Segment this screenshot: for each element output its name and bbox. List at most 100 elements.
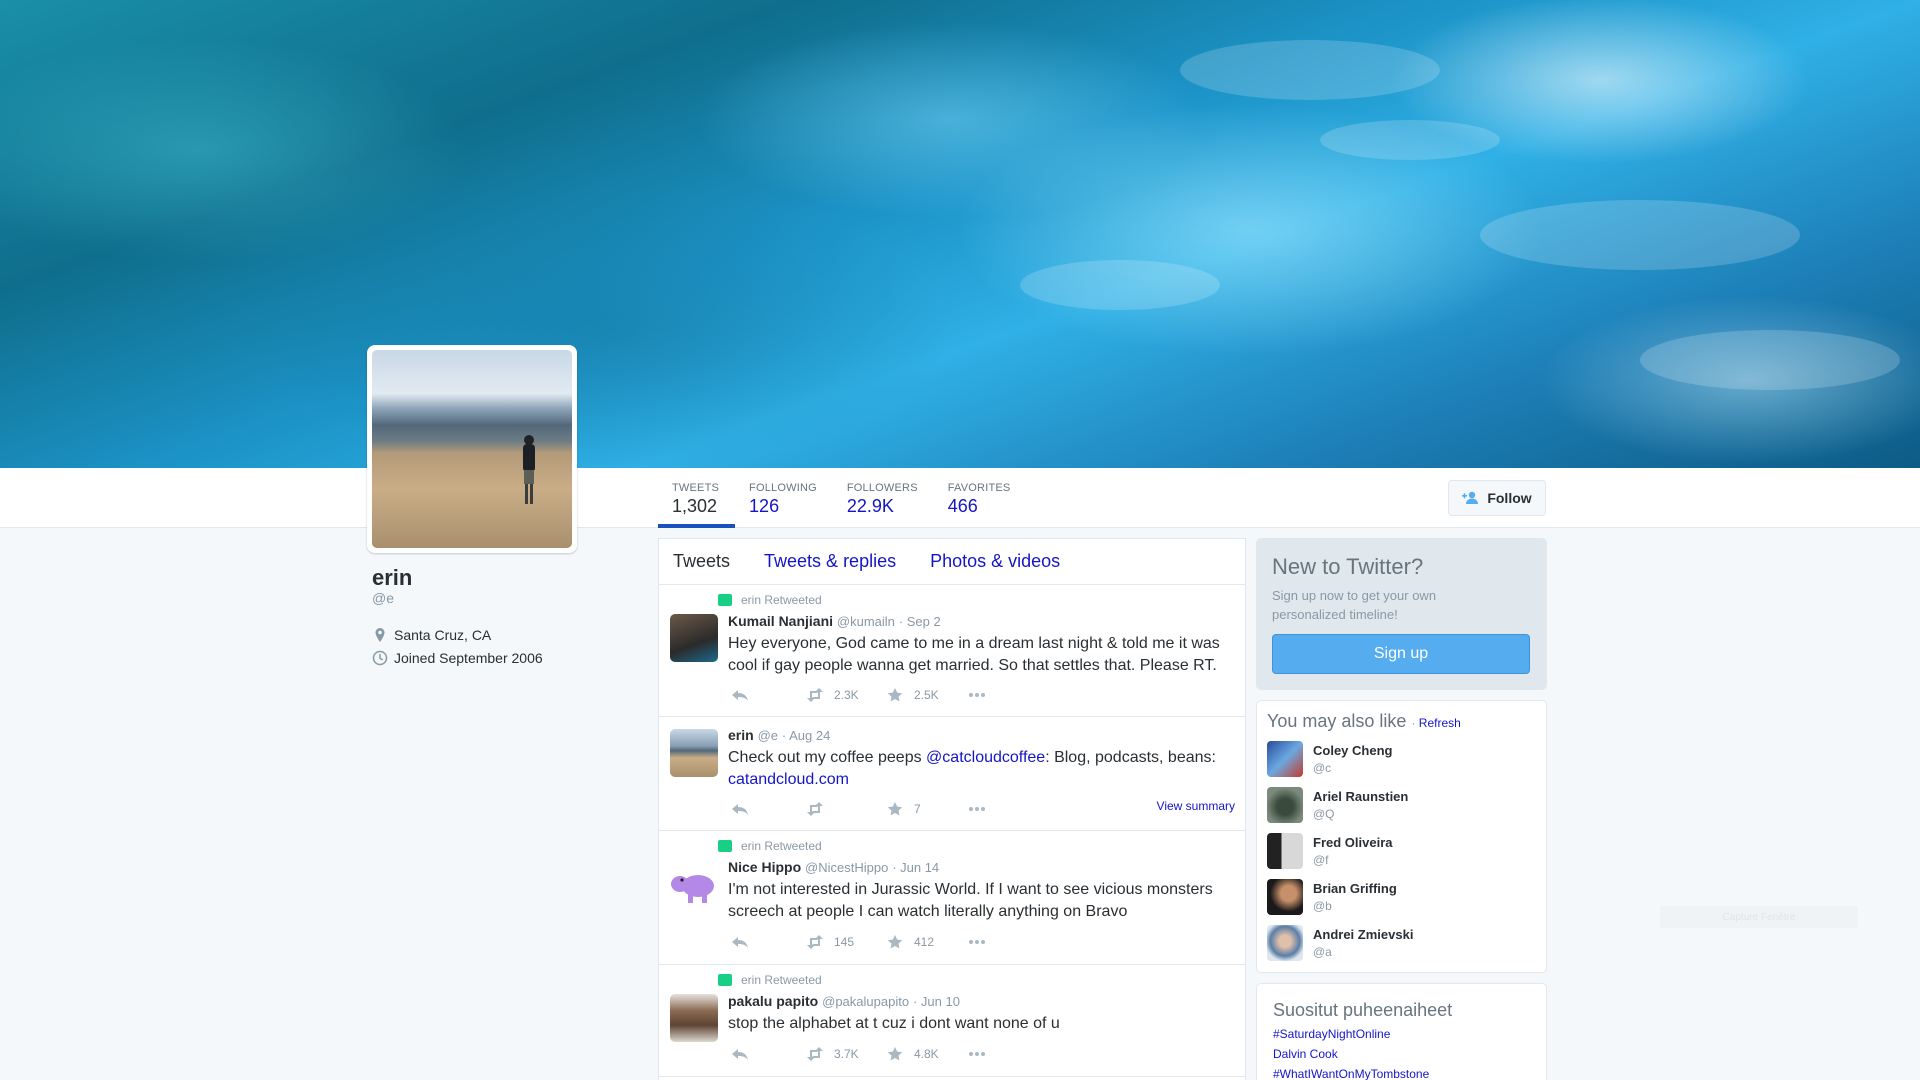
reply-action[interactable] (731, 935, 806, 949)
tweet-author-name[interactable]: Kumail Nanjiani (728, 613, 833, 629)
user-avatar (1267, 925, 1303, 961)
more-dots-icon (969, 1052, 985, 1056)
tweet-avatar[interactable] (670, 860, 718, 908)
stat-label: FOLLOWERS (846, 482, 918, 494)
timeline: Tweets Tweets & replies Photos & videos … (658, 538, 1246, 1080)
favorite-count: 412 (914, 935, 935, 949)
timeline-tabs: Tweets Tweets & replies Photos & videos (659, 539, 1245, 585)
suggested-user[interactable]: Brian Griffing @b (1267, 879, 1397, 915)
tweet-actions: 3.7K 4.8K (731, 1047, 986, 1061)
user-handle: @f (1313, 853, 1329, 867)
view-summary-link[interactable]: View summary (1157, 799, 1235, 813)
retweet-icon (807, 688, 823, 702)
retweet-action[interactable]: 145 (806, 935, 886, 949)
suggested-user[interactable]: Coley Cheng @c (1267, 741, 1392, 777)
more-action[interactable] (968, 688, 986, 702)
tweet-author-name[interactable]: Nice Hippo (728, 859, 801, 875)
user-name: Ariel Raunstien (1313, 789, 1409, 804)
tweet-author-name[interactable]: pakalu papito (728, 993, 818, 1009)
trend-item[interactable]: #SaturdayNightOnline (1273, 1027, 1390, 1041)
retweet-action[interactable] (806, 802, 886, 816)
tweet-link[interactable]: catandcloud.com (728, 771, 849, 788)
trend-item[interactable]: #WhatIWantOnMyTombstone (1273, 1067, 1429, 1080)
tweet-date[interactable]: · Jun 10 (913, 994, 960, 1009)
stat-label: FAVORITES (947, 482, 1011, 494)
add-user-icon (1462, 491, 1479, 504)
reply-action[interactable] (731, 1047, 806, 1061)
user-avatar (1267, 879, 1303, 915)
more-action[interactable] (968, 935, 986, 949)
stat-value: 126 (749, 496, 780, 516)
stat-favorites[interactable]: FAVORITES 466 (934, 468, 1027, 528)
wtf-title: You may also like (1267, 711, 1407, 731)
retweet-count: 145 (834, 935, 855, 949)
retweet-icon (807, 802, 823, 816)
tweet-date[interactable]: · Sep 2 (899, 614, 941, 629)
refresh-link[interactable]: Refresh (1419, 716, 1461, 730)
more-dots-icon (969, 693, 985, 697)
retweet-context: erin Retweeted (718, 839, 822, 853)
suggested-user[interactable]: Fred Oliveira @f (1267, 833, 1392, 869)
follow-label: Follow (1487, 490, 1532, 506)
stat-tweets[interactable]: TWEETS 1,302 (658, 468, 736, 528)
star-icon (887, 935, 903, 949)
tweet-header: erin @e · Aug 24 (728, 727, 830, 743)
profile-nav: TWEETS 1,302 FOLLOWING 126 FOLLOWERS 22.… (0, 468, 1920, 528)
trend-item[interactable]: Dalvin Cook (1273, 1047, 1338, 1061)
signup-subtitle: Sign up now to get your own personalized… (1272, 588, 1437, 622)
more-action[interactable] (968, 1047, 986, 1061)
retweet-icon (807, 1047, 823, 1061)
retweet-action[interactable]: 2.3K (806, 688, 886, 702)
profile-stats: TWEETS 1,302 FOLLOWING 126 FOLLOWERS 22.… (658, 468, 1026, 528)
signup-button[interactable]: Sign up (1272, 634, 1530, 674)
favorite-action[interactable]: 412 (886, 935, 968, 949)
reply-action[interactable] (731, 688, 806, 702)
retweet-count: 2.3K (834, 688, 859, 702)
favorite-action[interactable]: 7 (886, 802, 968, 816)
stat-followers[interactable]: FOLLOWERS 22.9K (833, 468, 934, 528)
tab-photos-videos[interactable]: Photos & videos (930, 551, 1060, 572)
profile-avatar[interactable] (367, 345, 577, 553)
stat-value: 22.9K (846, 496, 894, 516)
tab-tweets-replies[interactable]: Tweets & replies (764, 551, 896, 572)
reply-action[interactable] (731, 802, 806, 816)
profile-location: Santa Cruz, CA (372, 627, 491, 643)
retweet-icon (807, 935, 823, 949)
reply-icon (732, 690, 748, 701)
trends-title: Suositut puheenaiheet (1273, 1000, 1453, 1020)
suggested-user[interactable]: Ariel Raunstien @Q (1267, 787, 1408, 823)
tweet-date[interactable]: · Jun 14 (892, 860, 939, 875)
tweet-author-handle: @pakalupapito (822, 994, 910, 1009)
user-avatar (1267, 741, 1303, 777)
retweet-badge-icon (718, 840, 732, 852)
user-name: Fred Oliveira (1313, 835, 1393, 850)
retweet-count: 3.7K (834, 1047, 859, 1061)
tweet-avatar[interactable] (670, 614, 718, 662)
stat-following[interactable]: FOLLOWING 126 (735, 468, 833, 528)
tweet-actions: 2.3K 2.5K (731, 688, 986, 702)
tweet-mention[interactable]: @catcloudcoffee (926, 749, 1045, 766)
star-icon (887, 688, 903, 702)
tweet[interactable]: erin Retweeted Nice Hippo @NicestHippo ·… (659, 831, 1245, 965)
tweet-date[interactable]: · Aug 24 (782, 728, 830, 743)
tweet[interactable]: erin Retweeted pakalu papito @pakalupapi… (659, 965, 1245, 1077)
tweet-avatar[interactable] (670, 729, 718, 777)
favorite-action[interactable]: 2.5K (886, 688, 968, 702)
tweet-author-name[interactable]: erin (728, 727, 754, 743)
retweet-context: erin Retweeted (718, 593, 822, 607)
tweet-avatar[interactable] (670, 994, 718, 1042)
favorite-action[interactable]: 4.8K (886, 1047, 968, 1061)
suggested-user[interactable]: Andrei Zmievski @a (1267, 925, 1413, 961)
tweet-header: Nice Hippo @NicestHippo · Jun 14 (728, 859, 939, 875)
user-avatar (1267, 833, 1303, 869)
tweet[interactable]: erin Retweeted Kumail Nanjiani @kumailn … (659, 585, 1245, 717)
favorite-count: 2.5K (914, 688, 939, 702)
more-action[interactable] (968, 802, 986, 816)
stat-label: FOLLOWING (749, 482, 817, 494)
retweet-label: erin Retweeted (741, 839, 822, 853)
tab-tweets[interactable]: Tweets (673, 551, 730, 572)
tweet-header: Kumail Nanjiani @kumailn · Sep 2 (728, 613, 941, 629)
follow-button[interactable]: Follow (1448, 480, 1546, 516)
tweet[interactable]: erin @e · Aug 24 Check out my coffee pee… (659, 717, 1245, 831)
retweet-action[interactable]: 3.7K (806, 1047, 886, 1061)
